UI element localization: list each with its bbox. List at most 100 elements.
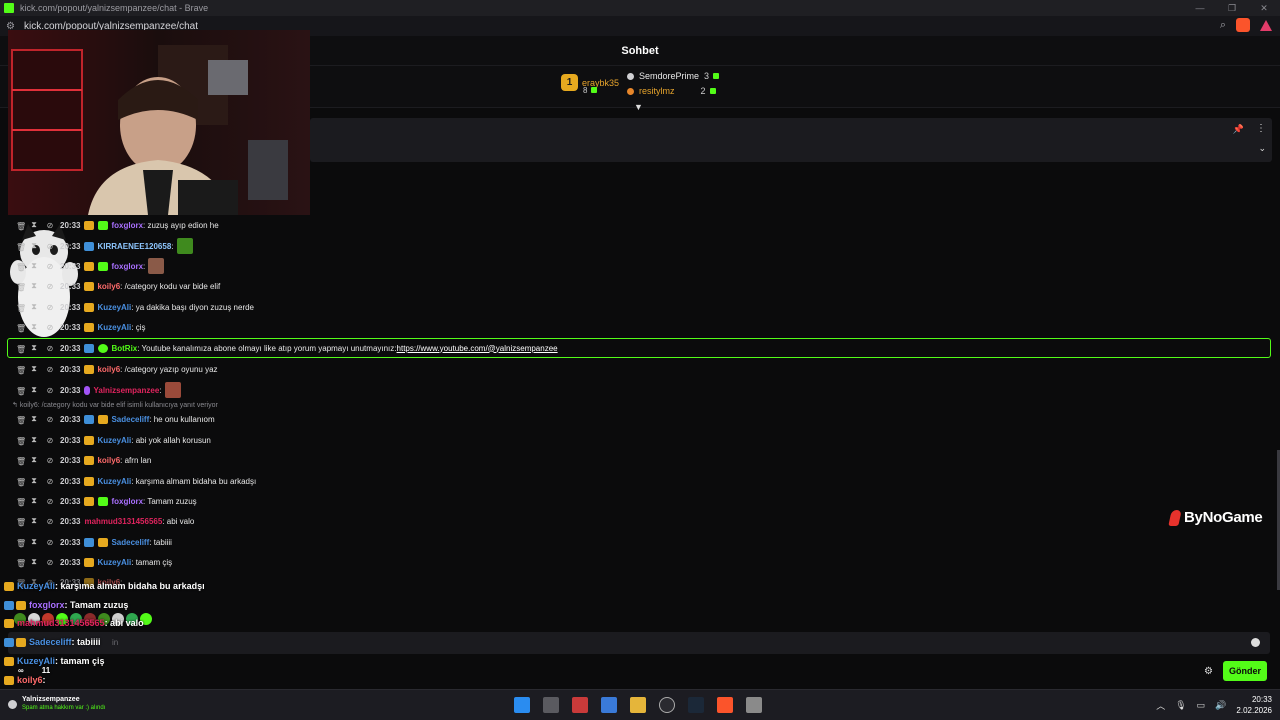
ban-icon[interactable]: ⊘ [46, 262, 54, 271]
chat-message[interactable]: 🗑 ⧗ ⊘ 20:33 KuzeyAli : çiş [0, 318, 146, 336]
ban-icon[interactable]: ⊘ [46, 436, 54, 445]
delete-icon[interactable]: 🗑 [16, 498, 26, 507]
message-username[interactable]: Sadeceliff [111, 415, 149, 424]
pinned-message-bar[interactable]: 📌 ⋮ ⌄ [310, 118, 1272, 162]
timeout-icon[interactable]: ⧗ [30, 414, 38, 424]
message-username[interactable]: koily6 [97, 282, 120, 291]
message-username[interactable]: foxglorx [111, 221, 143, 230]
chat-message[interactable]: 🗑 ⧗ ⊘ 20:33 Sadeceliff : tabiiii [0, 533, 172, 551]
snipping-tool-icon[interactable] [572, 697, 588, 713]
delete-icon[interactable]: 🗑 [16, 387, 26, 396]
timeout-icon[interactable]: ⧗ [30, 435, 38, 445]
message-username[interactable]: KuzeyAli [97, 303, 131, 312]
message-username[interactable]: KuzeyAli [97, 323, 131, 332]
photos-icon[interactable] [601, 697, 617, 713]
brave-icon[interactable] [717, 697, 733, 713]
delete-icon[interactable]: 🗑 [16, 437, 26, 446]
delete-icon[interactable]: 🗑 [16, 304, 26, 313]
ban-icon[interactable]: ⊘ [46, 386, 54, 395]
message-username[interactable]: foxglorx [111, 497, 143, 506]
chat-message[interactable]: 🗑 ⧗ ⊘ 20:33 KuzeyAli : karşıma almam bid… [0, 472, 256, 490]
chat-message[interactable]: 🗑 ⧗ ⊘ 20:33 foxglorx : zuzuş ayıp edion … [0, 216, 219, 234]
chat-message[interactable]: 🗑 ⧗ ⊘ 20:33 KuzeyAli : abi yok allah kor… [0, 431, 211, 449]
delete-icon[interactable]: 🗑 [16, 559, 26, 568]
message-username[interactable]: mahmud3131456565 [84, 517, 162, 526]
expand-leaderboard-icon[interactable]: ▼ [634, 102, 643, 112]
delete-icon[interactable]: 🗑 [16, 518, 26, 527]
ban-icon[interactable]: ⊘ [46, 477, 54, 486]
delete-icon[interactable]: 🗑 [16, 478, 26, 487]
delete-icon[interactable]: 🗑 [16, 416, 26, 425]
more-options-icon[interactable]: ⋮ [1256, 123, 1266, 134]
ban-icon[interactable]: ⊘ [46, 323, 54, 332]
ban-icon[interactable]: ⊘ [46, 456, 54, 465]
ban-icon[interactable]: ⊘ [46, 242, 54, 251]
leaderboard-first[interactable]: 1 eraybk35 8 [561, 74, 619, 95]
reply-context[interactable]: ↰ koily6: /category kodu var bide elif i… [12, 401, 218, 409]
chat-settings-icon[interactable]: ⚙ [1204, 666, 1213, 677]
brave-rewards-icon[interactable] [1260, 19, 1272, 31]
clock[interactable]: 20:33 2.02.2026 [1236, 694, 1272, 716]
obs-icon[interactable] [659, 697, 675, 713]
timeout-icon[interactable]: ⧗ [30, 241, 38, 251]
ban-icon[interactable]: ⊘ [46, 303, 54, 312]
chat-message-bot[interactable]: 🗑 ⧗ ⊘ 20:33 BotRix : Youtube kanalımıza … [0, 339, 558, 357]
delete-icon[interactable]: 🗑 [16, 283, 26, 292]
message-username[interactable]: KIRRAENEE120658 [97, 242, 171, 251]
timeout-icon[interactable]: ⧗ [30, 557, 38, 567]
timeout-icon[interactable]: ⧗ [30, 261, 38, 271]
message-username[interactable]: BotRix [111, 344, 137, 353]
delete-icon[interactable]: 🗑 [16, 243, 26, 252]
timeout-icon[interactable]: ⧗ [30, 496, 38, 506]
timeout-icon[interactable]: ⧗ [30, 516, 38, 526]
delete-icon[interactable]: 🗑 [16, 366, 26, 375]
message-username[interactable]: Sadeceliff [111, 538, 149, 547]
message-link[interactable]: https://www.youtube.com/@yalnizsempanzee [397, 344, 558, 353]
message-username[interactable]: koily6 [97, 456, 120, 465]
chat-message[interactable]: 🗑 ⧗ ⊘ 20:33 KuzeyAli : ya dakika başı di… [0, 298, 254, 316]
pin-icon[interactable]: 📌 [1233, 124, 1244, 135]
send-button[interactable]: Gönder [1223, 661, 1267, 681]
search-icon[interactable]: ⌕ [1220, 19, 1226, 32]
maximize-icon[interactable]: ❐ [1216, 0, 1248, 16]
message-username[interactable]: koily6 [97, 365, 120, 374]
ban-icon[interactable]: ⊘ [46, 497, 54, 506]
windows-start-icon[interactable] [514, 697, 530, 713]
timeout-icon[interactable]: ⧗ [30, 364, 38, 374]
volume-icon[interactable]: 🔊 [1215, 700, 1226, 711]
timeout-icon[interactable]: ⧗ [30, 537, 38, 547]
file-explorer-icon[interactable] [630, 697, 646, 713]
ban-icon[interactable]: ⊘ [46, 517, 54, 526]
close-icon[interactable]: ✕ [1248, 0, 1280, 16]
delete-icon[interactable]: 🗑 [16, 539, 26, 548]
leaderboard-second[interactable]: SemdorePrime 3 [627, 71, 720, 81]
chat-message[interactable]: 🗑 ⧗ ⊘ 20:33 koily6 : afrn lan [0, 451, 151, 469]
brave-shields-icon[interactable] [1236, 18, 1250, 32]
timeout-icon[interactable]: ⧗ [30, 476, 38, 486]
message-username[interactable]: KuzeyAli [97, 436, 131, 445]
message-username[interactable]: KuzeyAli [97, 558, 131, 567]
chat-message[interactable]: 🗑 ⧗ ⊘ 20:33 KuzeyAli : tamam çiş [0, 553, 172, 571]
timeout-icon[interactable]: ⧗ [30, 455, 38, 465]
chat-message[interactable]: 🗑 ⧗ ⊘ 20:33 mahmud3131456565 : abi valo [0, 512, 194, 530]
chat-message[interactable]: 🗑 ⧗ ⊘ 20:33 Sadeceliff : he onu kullanıo… [0, 410, 215, 428]
emoji-picker-icon[interactable] [1251, 638, 1260, 647]
chat-message[interactable]: 🗑 ⧗ ⊘ 20:33 koily6 : /category yazıp oyu… [0, 360, 218, 378]
steam-icon[interactable] [688, 697, 704, 713]
delete-icon[interactable]: 🗑 [16, 324, 26, 333]
ban-icon[interactable]: ⊘ [46, 365, 54, 374]
timeout-icon[interactable]: ⧗ [30, 385, 38, 395]
ban-icon[interactable]: ⊘ [46, 538, 54, 547]
timeout-icon[interactable]: ⧗ [30, 343, 38, 353]
chat-message[interactable]: 🗑 ⧗ ⊘ 20:33 KIRRAENEE120658 : [0, 237, 193, 255]
ban-icon[interactable]: ⊘ [46, 558, 54, 567]
network-icon[interactable]: ▭ [1197, 700, 1206, 711]
chat-input[interactable]: in [8, 632, 1270, 654]
timeout-icon[interactable]: ⧗ [30, 322, 38, 332]
delete-icon[interactable]: 🗑 [16, 222, 26, 231]
delete-icon[interactable]: 🗑 [16, 457, 26, 466]
timeout-icon[interactable]: ⧗ [30, 302, 38, 312]
ban-icon[interactable]: ⊘ [46, 221, 54, 230]
notification-toast[interactable]: Yalnizsempanzee Spam atma hakkım var :) … [8, 696, 105, 711]
chat-message[interactable]: 🗑 ⧗ ⊘ 20:33 foxglorx : [0, 257, 165, 275]
